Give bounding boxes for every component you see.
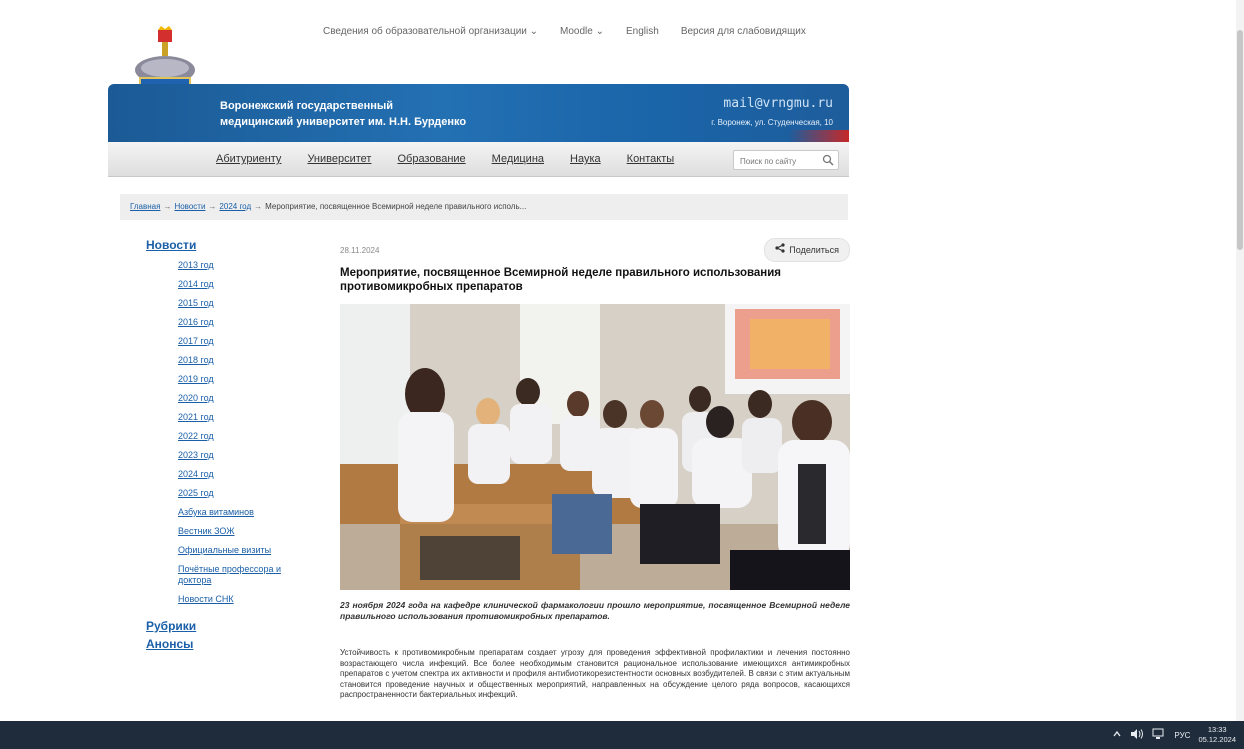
nav-item-medicine[interactable]: Медицина: [492, 153, 544, 165]
sidebar-item-honorary-professors[interactable]: Почётные профессора и доктора: [178, 564, 281, 585]
sidebar-item-year[interactable]: 2023 год: [178, 450, 214, 460]
banner-stripe: [789, 130, 849, 142]
volume-icon[interactable]: [1130, 728, 1144, 742]
share-icon: [775, 239, 785, 261]
university-title-line1: Воронежский государственный: [220, 100, 394, 112]
network-icon[interactable]: [1152, 728, 1166, 742]
sidebar-rubrics[interactable]: Рубрики: [146, 619, 296, 633]
breadcrumb-current: Мероприятие, посвященное Всемирной недел…: [265, 202, 527, 211]
sidebar-item-year[interactable]: 2022 год: [178, 431, 214, 441]
search-icon[interactable]: [822, 153, 834, 171]
system-tray: РУС 13:33 05.12.2024: [1112, 725, 1236, 745]
sidebar-item-year[interactable]: 2021 год: [178, 412, 214, 422]
top-utility-nav: Сведения об образовательной организации …: [323, 26, 806, 42]
share-label: Поделиться: [789, 245, 839, 255]
university-title[interactable]: Воронежский государственный медицинский …: [220, 98, 466, 130]
clock-time: 13:33: [1207, 725, 1227, 734]
breadcrumb: Главная → Новости → 2024 год → Мероприятие, по…: [120, 194, 848, 220]
sidebar-item-year[interactable]: 2020 год: [178, 393, 214, 403]
breadcrumb-news[interactable]: Новости: [174, 202, 205, 211]
org-info-menu[interactable]: Сведения об образовательной организации …: [323, 26, 538, 42]
breadcrumb-home[interactable]: Главная: [130, 202, 160, 211]
sidebar-item-vitamins[interactable]: Азбука витаминов: [178, 507, 254, 517]
sidebar-news-heading[interactable]: Новости: [146, 238, 296, 252]
nav-item-applicants[interactable]: Абитуриенту: [216, 153, 281, 165]
article-photo[interactable]: [340, 304, 850, 590]
low-vision-link[interactable]: Версия для слабовидящих: [681, 26, 806, 42]
scrollbar-thumb[interactable]: [1237, 30, 1243, 250]
sidebar-item-year[interactable]: 2014 год: [178, 279, 214, 289]
moodle-menu[interactable]: Moodle ⌄: [560, 26, 604, 42]
breadcrumb-year[interactable]: 2024 год: [219, 202, 251, 211]
sidebar-news-list: 2013 год 2014 год 2015 год 2016 год 2017…: [178, 256, 296, 609]
article-date: 28.11.2024: [340, 246, 380, 255]
postal-address: г. Воронеж, ул. Студенческая, 10: [711, 118, 833, 127]
sidebar-item-year[interactable]: 2024 год: [178, 469, 214, 479]
sidebar-item-year[interactable]: 2017 год: [178, 336, 214, 346]
page-scrollbar[interactable]: [1236, 0, 1244, 721]
nav-item-education[interactable]: Образование: [397, 153, 465, 165]
search-input[interactable]: [738, 152, 822, 171]
sidebar-item-year[interactable]: 2015 год: [178, 298, 214, 308]
site-header-banner: Воронежский государственный медицинский …: [108, 84, 849, 142]
site-search: [733, 150, 839, 171]
sidebar-item-year[interactable]: 2025 год: [178, 488, 214, 498]
university-title-line2: медицинский университет им. Н.Н. Бурденк…: [220, 116, 467, 128]
share-button[interactable]: Поделиться: [764, 238, 850, 262]
sidebar-item-year[interactable]: 2013 год: [178, 260, 214, 270]
article-body: Устойчивость к противомикробным препарат…: [340, 648, 850, 699]
breadcrumb-separator: →: [163, 202, 172, 211]
email-address[interactable]: mail@vrngmu.ru: [723, 96, 833, 111]
sidebar-item-year[interactable]: 2016 год: [178, 317, 214, 327]
photo-caption: 23 ноября 2024 года на кафедре клиническ…: [340, 600, 850, 621]
sidebar-announcements[interactable]: Анонсы: [146, 637, 296, 651]
main-navigation: Абитуриенту Университет Образование Меди…: [108, 142, 849, 177]
chevron-up-icon[interactable]: [1112, 729, 1122, 741]
sidebar-item-healthy-lifestyle[interactable]: Вестник ЗОЖ: [178, 526, 235, 536]
english-link[interactable]: English: [626, 26, 659, 42]
sidebar-item-official-visits[interactable]: Официальные визиты: [178, 545, 271, 555]
clock-date: 05.12.2024: [1198, 735, 1236, 744]
input-language[interactable]: РУС: [1174, 731, 1190, 740]
sidebar: Новости 2013 год 2014 год 2015 год 2016 …: [146, 238, 296, 651]
breadcrumb-separator: →: [254, 202, 263, 211]
sidebar-item-snk-news[interactable]: Новости СНК: [178, 594, 234, 604]
nav-item-contacts[interactable]: Контакты: [627, 153, 675, 165]
nav-item-university[interactable]: Университет: [307, 153, 371, 165]
breadcrumb-separator: →: [208, 202, 217, 211]
windows-taskbar: РУС 13:33 05.12.2024: [0, 721, 1244, 749]
sidebar-item-year[interactable]: 2019 год: [178, 374, 214, 384]
article-headline: Мероприятие, посвященное Всемирной недел…: [340, 267, 782, 293]
sidebar-item-year[interactable]: 2018 год: [178, 355, 214, 365]
nav-item-science[interactable]: Наука: [570, 153, 601, 165]
system-clock[interactable]: 13:33 05.12.2024: [1198, 725, 1236, 745]
